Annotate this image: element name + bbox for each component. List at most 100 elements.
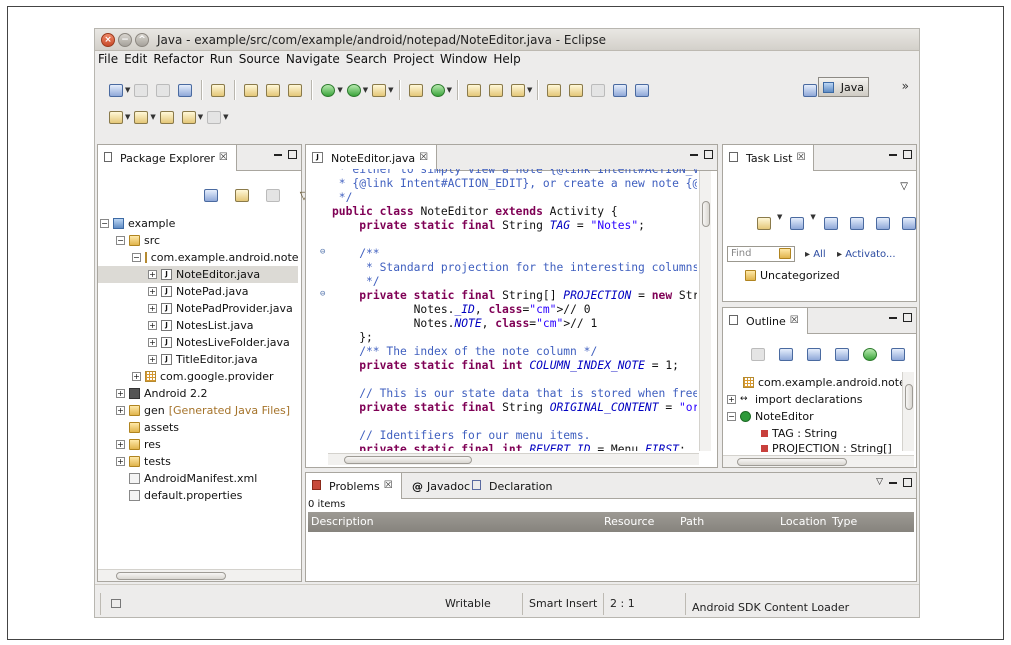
filter-icon[interactable] (821, 213, 841, 233)
expand-icon[interactable]: + (148, 355, 157, 364)
menu-file[interactable]: File (95, 51, 121, 69)
maximize-icon[interactable] (288, 150, 297, 159)
print-icon[interactable] (175, 80, 195, 100)
column-description[interactable]: Description (311, 515, 374, 528)
maximize-icon[interactable] (903, 313, 912, 322)
expand-icon[interactable]: + (727, 395, 736, 404)
tree-item[interactable]: + J TitleEditor.java (98, 351, 298, 368)
clear-find-icon[interactable] (779, 248, 791, 259)
outline-item[interactable]: com.example.android.notep (743, 374, 913, 391)
menu-run[interactable]: Run (207, 51, 236, 69)
new-android-project-icon[interactable] (241, 80, 261, 100)
code-editor[interactable]: * either to simply view a note {@link In… (316, 169, 697, 451)
hscroll-thumb[interactable] (116, 572, 226, 580)
link-with-editor-icon[interactable] (232, 185, 252, 205)
menu-window[interactable]: Window (437, 51, 490, 69)
search-icon[interactable] (508, 80, 528, 100)
view-menu-icon[interactable]: ▽ (900, 181, 908, 192)
menu-project[interactable]: Project (390, 51, 437, 69)
hide-local-types-icon[interactable] (860, 344, 880, 364)
hide-fields-icon[interactable] (748, 344, 768, 364)
last-edit-icon[interactable] (157, 107, 177, 127)
outline-item[interactable]: TAG : String (759, 425, 837, 442)
show-whitespace-icon[interactable] (588, 80, 608, 100)
minimize-icon[interactable] (889, 317, 897, 319)
editor-hscroll[interactable] (328, 453, 699, 465)
tree-item[interactable]: − com.example.android.note (98, 249, 299, 266)
outline-hscroll[interactable] (723, 455, 914, 467)
tree-item[interactable]: − example (98, 215, 298, 232)
tab-outline[interactable]: Outline ☒ (723, 308, 808, 334)
new-package-icon[interactable] (406, 80, 426, 100)
save-icon[interactable] (131, 80, 151, 100)
hide-static-icon[interactable] (804, 344, 824, 364)
highlight-icon[interactable] (566, 80, 586, 100)
maximize-icon[interactable] (704, 150, 713, 159)
tree-item[interactable]: + com.google.provider (98, 368, 298, 385)
tree-item[interactable]: + J NotePadProvider.java (98, 300, 298, 317)
tree-item[interactable]: + tests (98, 453, 298, 470)
hscroll-thumb[interactable] (344, 456, 472, 464)
uncategorized-item[interactable]: Uncategorized (745, 269, 840, 282)
new-xml-icon[interactable] (285, 80, 305, 100)
view-menu-icon[interactable]: ▽ (916, 344, 919, 364)
external-tools-icon[interactable] (369, 80, 389, 100)
tab-noteeditor-java[interactable]: J NoteEditor.java ☒ (306, 145, 438, 171)
minimize-window-button[interactable]: − (118, 33, 132, 47)
maximize-icon[interactable] (903, 150, 912, 159)
tree-item[interactable]: assets (98, 419, 298, 436)
tree-item[interactable]: + J NotesLiveFolder.java (98, 334, 298, 351)
previous-annotation-icon[interactable] (131, 107, 151, 127)
tree-item[interactable]: + J NoteEditor.java (98, 266, 298, 283)
tab-problems[interactable]: Problems ☒ (306, 473, 402, 499)
expand-icon[interactable]: + (148, 338, 157, 347)
close-window-button[interactable]: × (101, 33, 115, 47)
focus-icon[interactable] (263, 185, 283, 205)
tree-item[interactable]: default.properties (98, 487, 298, 504)
maximize-window-button[interactable]: ^ (135, 33, 149, 47)
open-task-icon[interactable] (486, 80, 506, 100)
tree-item[interactable]: + gen [Generated Java Files] (98, 402, 298, 419)
minimize-icon[interactable] (889, 154, 897, 156)
toggle-mark-icon[interactable] (544, 80, 564, 100)
minimize-icon[interactable] (274, 154, 282, 156)
back-icon[interactable] (179, 107, 199, 127)
task-repo-icon[interactable] (899, 213, 919, 233)
collapse-icon[interactable]: − (132, 253, 141, 262)
open-type-icon[interactable] (464, 80, 484, 100)
expand-icon[interactable]: + (132, 372, 141, 381)
sync-icon[interactable] (873, 213, 893, 233)
outline-item[interactable]: PROJECTION : String[] (759, 442, 892, 454)
all-link[interactable]: ▸ All (805, 249, 826, 260)
hide-nonpublic-icon[interactable] (832, 344, 852, 364)
close-icon[interactable]: ☒ (790, 315, 799, 326)
fold-icon[interactable]: ⊖ (320, 247, 325, 257)
forward-icon[interactable] (204, 107, 224, 127)
vscroll-thumb[interactable] (905, 384, 913, 410)
close-icon[interactable]: ☒ (219, 152, 228, 163)
collapse-icon[interactable]: − (727, 412, 736, 421)
expand-icon[interactable]: + (148, 287, 157, 296)
close-icon[interactable]: ☒ (419, 152, 428, 163)
package-explorer-hscroll[interactable] (98, 569, 301, 581)
menu-refactor[interactable]: Refactor (150, 51, 206, 69)
minimize-icon[interactable] (889, 482, 897, 484)
debug-icon[interactable] (318, 80, 338, 100)
outline-item[interactable]: + ↔ import declarations (727, 391, 862, 408)
tree-item[interactable]: AndroidManifest.xml (98, 470, 298, 487)
collapse-all-icon[interactable] (847, 213, 867, 233)
menu-navigate[interactable]: Navigate (283, 51, 343, 69)
fold-icon[interactable]: ⊖ (320, 289, 325, 299)
fast-view-icon[interactable] (111, 599, 121, 608)
view-menu-icon[interactable]: ▽ (876, 477, 883, 487)
tab-task-list[interactable]: Task List ☒ (723, 145, 815, 171)
column-location[interactable]: Location (780, 515, 827, 528)
collapse-icon[interactable]: − (116, 236, 125, 245)
menu-source[interactable]: Source (236, 51, 283, 69)
menu-help[interactable]: Help (490, 51, 523, 69)
column-type[interactable]: Type (832, 515, 857, 528)
expand-icon[interactable]: + (116, 440, 125, 449)
hscroll-thumb[interactable] (737, 458, 847, 466)
new-junit-icon[interactable] (263, 80, 283, 100)
tree-item[interactable]: + J NotePad.java (98, 283, 298, 300)
